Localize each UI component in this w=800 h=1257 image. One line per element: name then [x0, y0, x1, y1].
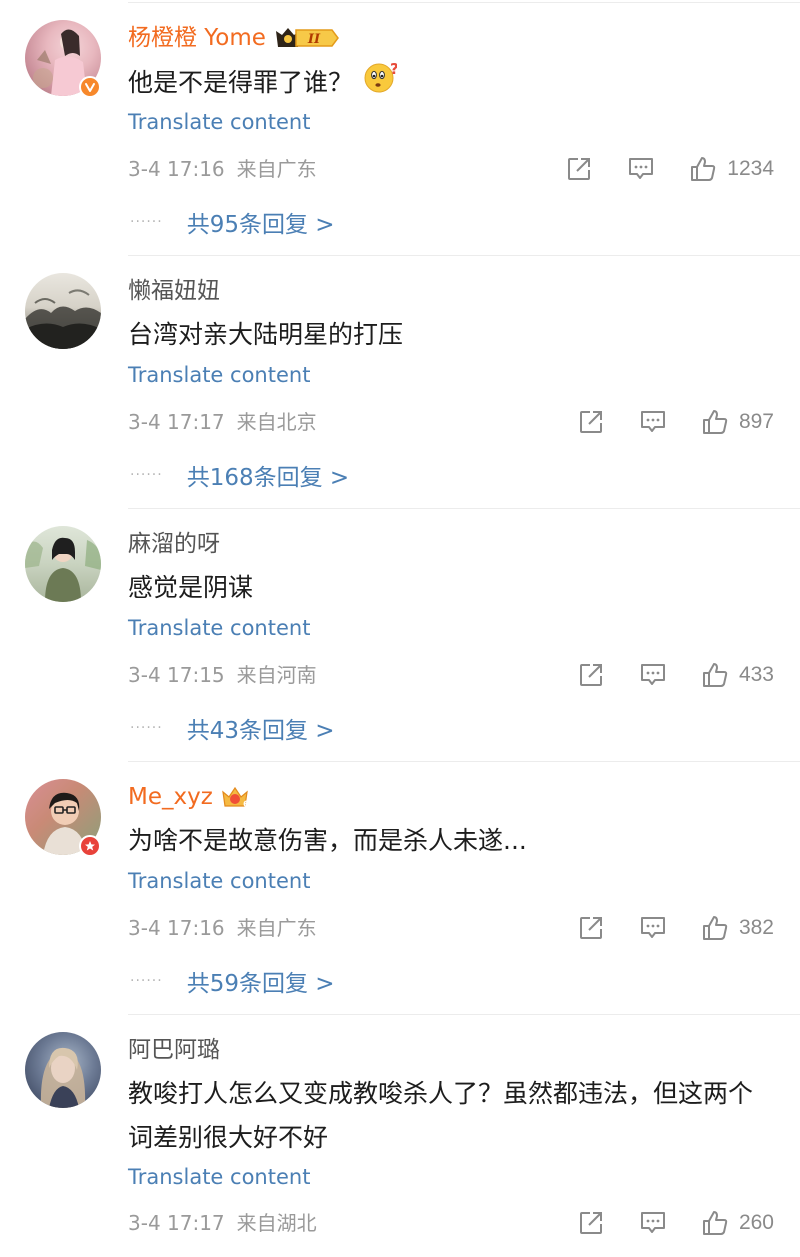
comment-time: 3-4 17:17: [128, 410, 225, 434]
avatar[interactable]: [25, 526, 101, 602]
crown-icon: 6: [221, 784, 249, 810]
replies-row[interactable]: ······ 共95条回复 >: [130, 205, 335, 239]
comment-location: 来自广东: [236, 916, 317, 940]
comment-text: 感觉是阴谋: [128, 573, 254, 602]
comment-icon[interactable]: [639, 914, 667, 942]
username[interactable]: 麻溜的呀: [128, 528, 220, 560]
share-icon[interactable]: [577, 408, 605, 436]
replies-dots: ······: [130, 214, 163, 230]
username-text[interactable]: 懒福妞妞: [128, 275, 220, 307]
translate-link[interactable]: Translate content: [128, 108, 310, 136]
comment-item: 杨橙橙 Yome II 他是不是得罪了谁？ ? Translate co: [0, 0, 800, 256]
comment-meta: 3-4 17:16 来自广东: [128, 914, 317, 942]
comment-text: 为啥不是故意伤害，而是杀人未遂...: [128, 826, 527, 855]
view-replies-link[interactable]: 共95条回复 >: [187, 205, 335, 239]
view-replies-link[interactable]: 共43条回复 >: [187, 711, 335, 745]
like-button[interactable]: 897: [701, 408, 774, 436]
thumbs-up-icon[interactable]: [701, 914, 729, 942]
translate-link[interactable]: Translate content: [128, 1163, 310, 1191]
share-icon[interactable]: [577, 661, 605, 689]
username-text[interactable]: 杨橙橙 Yome: [128, 22, 266, 54]
username-text[interactable]: 阿巴阿璐: [128, 1034, 220, 1066]
comment-meta: 3-4 17:16 来自广东: [128, 155, 317, 183]
comment-location: 来自北京: [236, 410, 317, 434]
thumbs-up-icon[interactable]: [701, 1209, 729, 1237]
comment-location: 来自湖北: [236, 1211, 317, 1235]
action-bar: 1234: [565, 154, 774, 184]
translate-link[interactable]: Translate content: [128, 614, 310, 642]
thumbs-up-icon[interactable]: [701, 661, 729, 689]
comment-text: 他是不是得罪了谁？ ?: [128, 60, 768, 108]
action-bar: 433: [577, 660, 774, 690]
username[interactable]: Me_xyz 6: [128, 781, 249, 813]
view-replies-link[interactable]: 共59条回复 >: [187, 964, 335, 998]
share-icon[interactable]: [577, 914, 605, 942]
like-button[interactable]: 260: [701, 1209, 774, 1237]
comment-item: 懒福妞妞 台湾对亲大陆明星的打压 Translate content 3-4 1…: [0, 253, 800, 509]
action-bar: 260: [577, 1208, 774, 1238]
crown-level-text: 6: [243, 800, 249, 810]
like-button[interactable]: 1234: [689, 155, 774, 183]
vip-level-text: II: [307, 32, 321, 47]
comment-text: 教唆打人怎么又变成教唆杀人了？虽然都违法，但这两个词差别很大好不好: [128, 1079, 754, 1152]
username[interactable]: 阿巴阿璐: [128, 1034, 220, 1066]
like-count: 897: [738, 410, 774, 433]
thinking-face-emoji: ?: [363, 60, 399, 108]
share-icon[interactable]: [577, 1209, 605, 1237]
action-bar: 382: [577, 913, 774, 943]
share-icon[interactable]: [565, 155, 593, 183]
username[interactable]: 杨橙橙 Yome II: [128, 22, 340, 54]
thumbs-up-icon[interactable]: [701, 408, 729, 436]
like-count: 433: [738, 663, 774, 686]
view-replies-link[interactable]: 共168条回复 >: [187, 458, 349, 492]
replies-dots: ······: [130, 720, 163, 736]
comment-icon[interactable]: [639, 1209, 667, 1237]
comment-time: 3-4 17:16: [128, 916, 225, 940]
replies-row[interactable]: ······ 共43条回复 >: [130, 711, 335, 745]
replies-dots: ······: [130, 467, 163, 483]
like-count: 260: [738, 1211, 774, 1234]
comment-text: 台湾对亲大陆明星的打压: [128, 320, 404, 349]
thumbs-up-icon[interactable]: [689, 155, 717, 183]
comment-time: 3-4 17:15: [128, 663, 225, 687]
avatar[interactable]: [25, 1032, 101, 1108]
comment-item: 阿巴阿璐 教唆打人怎么又变成教唆杀人了？虽然都违法，但这两个词差别很大好不好 T…: [0, 1012, 800, 1257]
replies-dots: ······: [130, 973, 163, 989]
comment-time: 3-4 17:17: [128, 1211, 225, 1235]
comment-icon[interactable]: [627, 155, 655, 183]
comment-icon[interactable]: [639, 408, 667, 436]
comment-meta: 3-4 17:17 来自北京: [128, 408, 317, 436]
svg-text:?: ?: [390, 60, 397, 78]
username-text[interactable]: 麻溜的呀: [128, 528, 220, 560]
avatar[interactable]: [25, 273, 101, 349]
username-text[interactable]: Me_xyz: [128, 781, 213, 813]
username[interactable]: 懒福妞妞: [128, 275, 220, 307]
like-count: 1234: [727, 157, 774, 180]
comment-item: Me_xyz 6 为啥不是故意伤害，而是杀人未遂... Translate co…: [0, 759, 800, 1015]
replies-row[interactable]: ······ 共59条回复 >: [130, 964, 335, 998]
action-bar: 897: [577, 407, 774, 437]
comment-icon[interactable]: [639, 661, 667, 689]
comment-location: 来自河南: [236, 663, 317, 687]
like-count: 382: [738, 916, 774, 939]
like-button[interactable]: 382: [701, 914, 774, 942]
verified-v-icon: [79, 76, 101, 98]
comment-item: 麻溜的呀 感觉是阴谋 Translate content 3-4 17:15 来自…: [0, 506, 800, 762]
verified-red-icon: [79, 835, 101, 857]
vip-level-icon: II: [274, 25, 340, 51]
comment-meta: 3-4 17:15 来自河南: [128, 661, 317, 689]
like-button[interactable]: 433: [701, 661, 774, 689]
translate-link[interactable]: Translate content: [128, 361, 310, 389]
replies-row[interactable]: ······ 共168条回复 >: [130, 458, 349, 492]
comment-meta: 3-4 17:17 来自湖北: [128, 1209, 317, 1237]
comment-location: 来自广东: [236, 157, 317, 181]
comment-time: 3-4 17:16: [128, 157, 225, 181]
translate-link[interactable]: Translate content: [128, 867, 310, 895]
